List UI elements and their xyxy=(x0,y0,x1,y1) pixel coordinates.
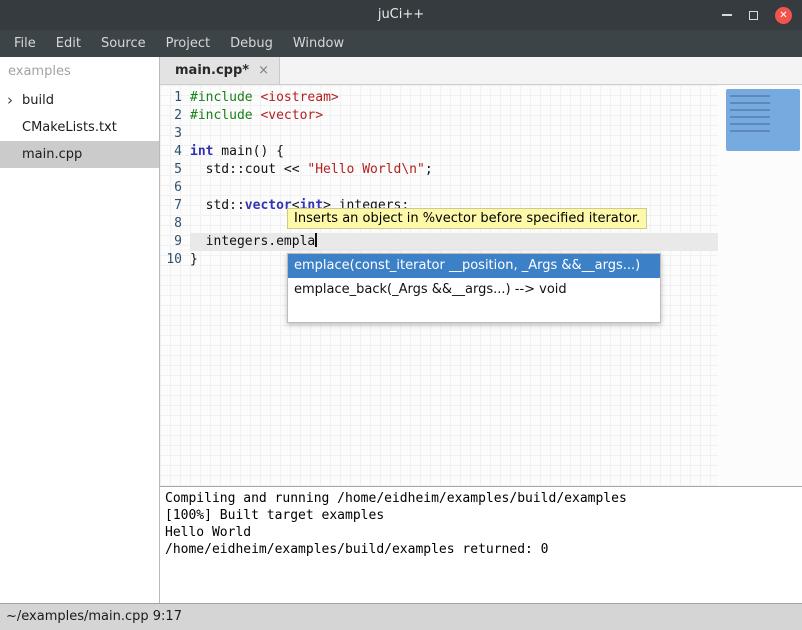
tree-item-label: CMakeLists.txt xyxy=(22,120,117,135)
code-text[interactable]: integers.empla xyxy=(190,233,718,251)
terminal-line: [100%] Built target examples xyxy=(165,507,802,524)
minimap-code-marks xyxy=(730,95,770,133)
code-line: 5 std::cout << "Hello World\n"; xyxy=(160,161,718,179)
completion-popup: emplace(const_iterator __position, _Args… xyxy=(287,253,661,323)
line-number: 1 xyxy=(160,89,190,107)
tree-item-build[interactable]: › build xyxy=(0,87,159,114)
terminal-line: Compiling and running /home/eidheim/exam… xyxy=(165,490,802,507)
tab-bar: main.cpp* × xyxy=(160,57,802,85)
code-line: 9 integers.empla xyxy=(160,233,718,251)
menu-item-window[interactable]: Window xyxy=(283,30,354,57)
line-number: 9 xyxy=(160,233,190,251)
tab-label: main.cpp* xyxy=(175,63,249,78)
status-text: ~/examples/main.cpp 9:17 xyxy=(6,609,182,624)
line-number: 4 xyxy=(160,143,190,161)
tree-item-label: main.cpp xyxy=(22,147,82,162)
maximize-icon[interactable] xyxy=(749,11,758,20)
code-text[interactable]: std::cout << "Hello World\n"; xyxy=(190,161,718,179)
tab-main-cpp[interactable]: main.cpp* × xyxy=(160,57,280,84)
line-number: 6 xyxy=(160,179,190,197)
minimize-icon[interactable] xyxy=(722,14,732,16)
chevron-right-icon: › xyxy=(7,87,13,113)
project-name: examples xyxy=(0,57,159,87)
line-number: 10 xyxy=(160,251,190,269)
tree-item-cmakelists-txt[interactable]: CMakeLists.txt xyxy=(0,114,159,141)
completion-item[interactable]: emplace_back(_Args &&__args...) --> void xyxy=(288,278,660,302)
window-title: juCi++ xyxy=(0,0,802,30)
line-number: 2 xyxy=(160,107,190,125)
code-line: 3 xyxy=(160,125,718,143)
code-line: 4int main() { xyxy=(160,143,718,161)
menu-bar: FileEditSourceProjectDebugWindow xyxy=(0,30,802,57)
code-line: 1#include <iostream> xyxy=(160,89,718,107)
minimap[interactable] xyxy=(718,85,802,486)
doc-tooltip: Inserts an object in %vector before spec… xyxy=(287,208,647,229)
line-number: 8 xyxy=(160,215,190,233)
status-bar: ~/examples/main.cpp 9:17 xyxy=(0,603,802,630)
terminal-line: Hello World xyxy=(165,524,802,541)
code-text[interactable]: #include <vector> xyxy=(190,107,718,125)
menu-item-debug[interactable]: Debug xyxy=(220,30,283,57)
menu-item-source[interactable]: Source xyxy=(91,30,156,57)
close-icon[interactable]: ✕ xyxy=(775,7,792,24)
close-icon[interactable]: × xyxy=(258,63,269,78)
code-text[interactable] xyxy=(190,125,718,143)
code-line: 6 xyxy=(160,179,718,197)
menu-item-project[interactable]: Project xyxy=(156,30,220,57)
window-controls: ✕ xyxy=(722,0,792,30)
code-line: 2#include <vector> xyxy=(160,107,718,125)
juci-window: juCi++ ✕ FileEditSourceProjectDebugWindo… xyxy=(0,0,802,630)
line-number: 3 xyxy=(160,125,190,143)
line-number: 7 xyxy=(160,197,190,215)
title-bar: juCi++ ✕ xyxy=(0,0,802,30)
completion-item[interactable]: emplace(const_iterator __position, _Args… xyxy=(288,254,660,278)
tree-item-label: build xyxy=(22,93,54,108)
terminal-output[interactable]: Compiling and running /home/eidheim/exam… xyxy=(160,486,802,603)
line-number: 5 xyxy=(160,161,190,179)
code-text[interactable] xyxy=(190,179,718,197)
file-tree: › build CMakeLists.txt main.cpp xyxy=(0,87,159,168)
menu-item-edit[interactable]: Edit xyxy=(46,30,91,57)
minimap-slider[interactable] xyxy=(726,89,800,151)
code-text[interactable]: int main() { xyxy=(190,143,718,161)
sidebar: examples › build CMakeLists.txt main.cpp xyxy=(0,57,160,603)
code-text[interactable]: #include <iostream> xyxy=(190,89,718,107)
menu-item-file[interactable]: File xyxy=(4,30,46,57)
terminal-line: /home/eidheim/examples/build/examples re… xyxy=(165,541,802,558)
text-caret xyxy=(315,233,317,247)
tree-item-main-cpp[interactable]: main.cpp xyxy=(0,141,159,168)
